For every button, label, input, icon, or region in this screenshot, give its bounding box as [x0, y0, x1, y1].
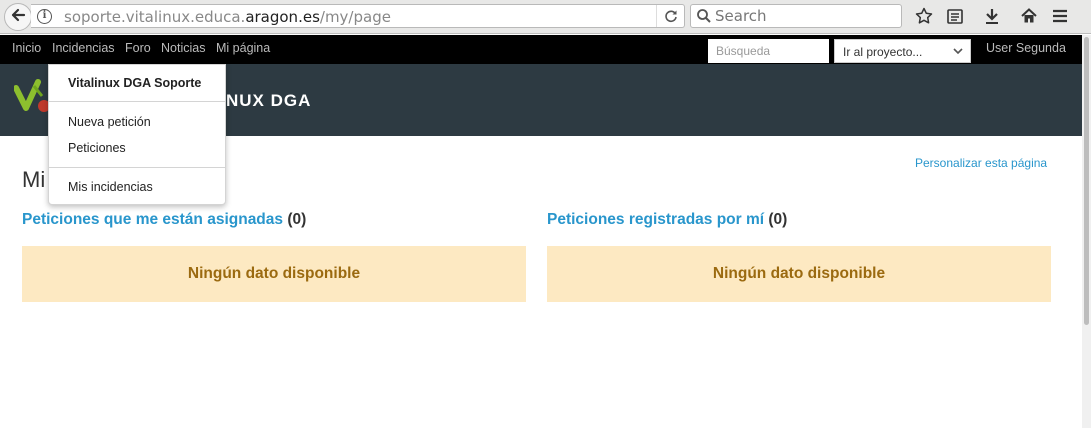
top-menu-foro[interactable]: Foro — [125, 41, 151, 55]
assigned-issues-empty: Ningún dato disponible — [22, 246, 526, 302]
hamburger-menu-icon[interactable] — [1050, 6, 1070, 26]
download-icon[interactable] — [982, 6, 1002, 26]
info-icon[interactable]: i — [37, 9, 52, 24]
scrollbar-thumb[interactable] — [1084, 37, 1089, 325]
project-jump-select[interactable]: Ir al proyecto... — [834, 39, 971, 63]
personalize-page-link[interactable]: Personalizar esta página — [915, 156, 1047, 170]
top-menu-inicio[interactable]: Inicio — [12, 41, 41, 55]
dropdown-item-peticiones[interactable]: Peticiones — [68, 141, 126, 155]
arrow-left-icon — [10, 7, 26, 28]
top-menu-mi-pagina[interactable]: Mi página — [216, 41, 270, 55]
browser-search-box[interactable] — [690, 4, 902, 28]
reported-issues-count: (0) — [768, 211, 788, 228]
site-title: NUX DGA — [226, 91, 312, 110]
top-menu-noticias[interactable]: Noticias — [161, 41, 205, 55]
browser-toolbar: i soporte.vitalinux.educa.aragon.es/my/p… — [0, 0, 1091, 34]
reported-issues-link[interactable]: Peticiones registradas por mí — [547, 211, 764, 228]
assigned-issues-count: (0) — [287, 211, 307, 228]
reload-icon[interactable] — [656, 5, 684, 27]
user-account-link[interactable]: User Segunda — [986, 41, 1066, 55]
reported-issues-empty: Ningún dato disponible — [547, 246, 1051, 302]
assigned-issues-title: Peticiones que me están asignadas (0) — [22, 211, 306, 229]
dropdown-item-nueva-peticion[interactable]: Nueva petición — [68, 115, 151, 129]
incidencias-dropdown-menu: Vitalinux DGA Soporte Nueva petición Pet… — [48, 64, 226, 205]
dropdown-item-mis-incidencias[interactable]: Mis incidencias — [68, 180, 153, 194]
reading-list-icon[interactable] — [945, 6, 965, 26]
dropdown-divider — [49, 167, 225, 168]
page-title: Mi — [22, 167, 46, 192]
star-icon[interactable] — [914, 6, 934, 26]
chevron-down-icon — [952, 45, 964, 60]
search-icon — [696, 8, 712, 29]
back-button[interactable] — [4, 3, 32, 31]
dropdown-divider — [49, 101, 225, 102]
url-text: soporte.vitalinux.educa.aragon.es/my/pag… — [64, 8, 391, 26]
quick-search-input[interactable] — [708, 39, 829, 63]
reported-issues-title: Peticiones registradas por mí (0) — [547, 211, 787, 229]
dropdown-heading[interactable]: Vitalinux DGA Soporte — [68, 76, 201, 90]
top-menu-incidencias[interactable]: Incidencias — [52, 41, 115, 55]
project-select-value: Ir al proyecto... — [843, 45, 923, 59]
url-bar[interactable]: i soporte.vitalinux.educa.aragon.es/my/p… — [31, 4, 685, 28]
assigned-issues-link[interactable]: Peticiones que me están asignadas — [22, 211, 283, 228]
top-menu: Inicio Incidencias Foro Noticias Mi pági… — [0, 35, 1091, 64]
browser-search-input[interactable] — [715, 6, 895, 26]
home-icon[interactable] — [1019, 6, 1039, 26]
